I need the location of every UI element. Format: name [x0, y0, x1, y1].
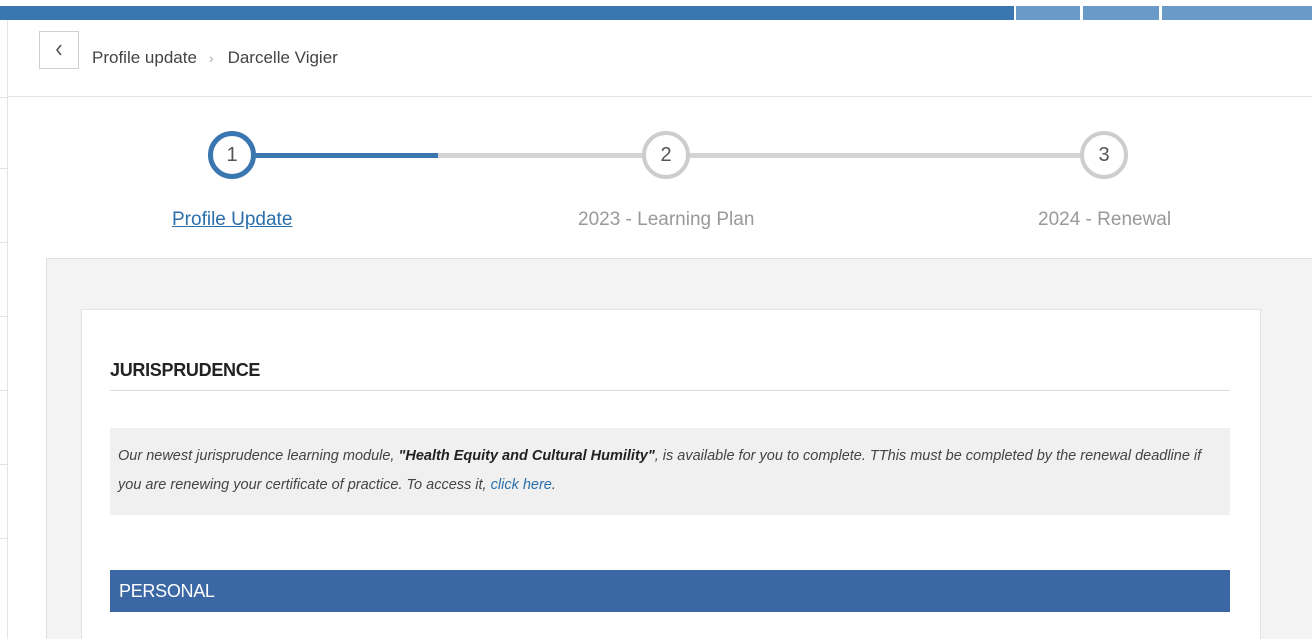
- stepper-line-pending: [438, 153, 643, 158]
- notice-text-end: .: [551, 477, 556, 493]
- click-here-link[interactable]: click here: [491, 477, 552, 493]
- step-3-circle[interactable]: 3: [1080, 131, 1128, 179]
- section-divider: [110, 390, 1230, 391]
- step-3-label: 2024 - Renewal: [1038, 209, 1172, 230]
- notice-text-start: Our newest jurisprudence learning module…: [118, 448, 399, 464]
- step-1-number: 1: [226, 143, 238, 166]
- notice-module-name: "Health Equity and Cultural Humility": [398, 448, 655, 464]
- progress-stepper: 1 2 3 Profile Update 2023 - Learning Pla…: [0, 110, 1312, 250]
- gutter-divider: [0, 538, 8, 539]
- stepper-line-pending: [688, 153, 1080, 158]
- step-3-number: 3: [1098, 143, 1110, 166]
- personal-section-header: PERSONAL: [110, 570, 1230, 612]
- breadcrumb: Profile update › Darcelle Vigier: [92, 48, 338, 68]
- step-1-label-link[interactable]: Profile Update: [172, 209, 292, 231]
- personal-heading: PERSONAL: [119, 581, 215, 601]
- step-2-number: 2: [660, 143, 672, 166]
- gutter-divider: [0, 316, 8, 317]
- form-card: JURISPRUDENCE Our newest jurisprudence l…: [81, 309, 1261, 639]
- page-header: Profile update › Darcelle Vigier: [8, 20, 1312, 97]
- breadcrumb-separator: ›: [208, 50, 214, 66]
- top-progress-bar: [0, 0, 1312, 20]
- top-bar-main-segment: [0, 6, 1014, 20]
- step-2-label: 2023 - Learning Plan: [578, 209, 755, 230]
- chevron-left-icon: [55, 44, 62, 56]
- jurisprudence-notice: Our newest jurisprudence learning module…: [110, 428, 1230, 515]
- jurisprudence-heading: JURISPRUDENCE: [110, 360, 261, 380]
- step-1-circle[interactable]: 1: [208, 131, 256, 179]
- step-2-circle[interactable]: 2: [642, 131, 690, 179]
- stepper-line-completed: [255, 153, 438, 158]
- top-bar-segment: [1083, 6, 1159, 20]
- gutter-divider: [0, 390, 8, 391]
- back-button[interactable]: [39, 31, 79, 69]
- top-bar-segment: [1162, 6, 1312, 20]
- breadcrumb-current: Darcelle Vigier: [227, 48, 338, 67]
- gutter-divider: [0, 97, 8, 98]
- breadcrumb-root[interactable]: Profile update: [92, 48, 197, 68]
- content-panel: JURISPRUDENCE Our newest jurisprudence l…: [46, 258, 1312, 639]
- top-bar-segment: [1016, 6, 1080, 20]
- gutter-divider: [0, 464, 8, 465]
